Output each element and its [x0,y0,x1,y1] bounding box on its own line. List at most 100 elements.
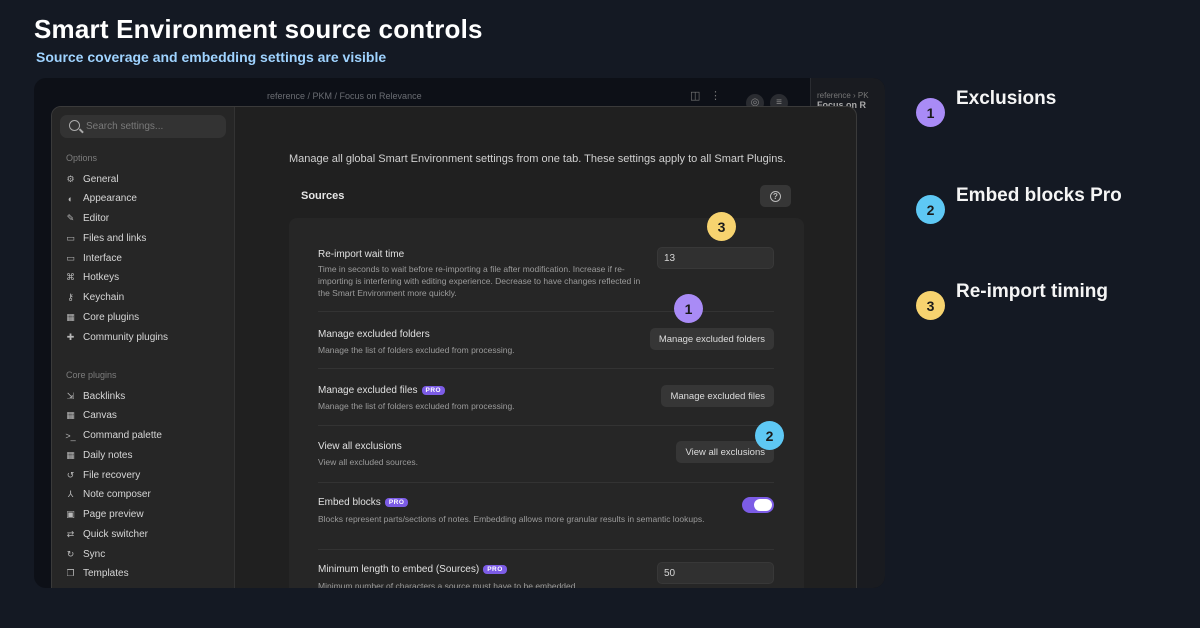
manage-excluded-files-button[interactable]: Manage excluded files [661,385,774,407]
setting-reimport-wait-time: Re-import wait time Time in seconds to w… [318,241,774,312]
preview-icon: ▣ [66,509,75,519]
sidebar-item-label: Page preview [83,509,144,520]
screenshot-frame: reference / PKM / Focus on Relevance ◫ ⋮… [34,78,885,588]
puzzle-icon: ✚ [66,331,75,342]
sources-panel: Re-import wait time Time in seconds to w… [289,218,804,588]
setting-description: Blocks represent parts/sections of notes… [318,514,705,524]
sidebar-item-command-palette[interactable]: >_ Command palette [65,427,225,445]
switch-icon: ⇄ [66,528,75,539]
sidebar-item-files-and-links[interactable]: ▭ Files and links [65,229,225,247]
setting-description: Manage the list of folders excluded from… [318,401,515,411]
sidebar-item-backlinks[interactable]: ⇲ Backlinks [65,387,225,405]
reading-view-icon: ◫ [690,90,701,102]
setting-excluded-files: Manage excluded files PRO Manage the lis… [318,370,774,426]
legend-label: Embed blocks Pro [956,185,1122,206]
setting-minimum-length: Minimum length to embed (Sources) PRO Mi… [318,551,774,588]
setting-name-wrap: Manage excluded files PRO [318,385,446,396]
grid-icon: ▦ [66,410,75,421]
sidebar-item-core-plugins[interactable]: ▦ Core plugins [65,308,225,326]
settings-sidebar: Options ⚙ General ◐ Appearance ✎ Editor ▭ Files… [52,107,235,588]
settings-content: Manage all global Smart Environment sett… [236,107,856,588]
sidebar-item-general[interactable]: ⚙ General [65,170,225,188]
legend-badge-3: 3 [916,291,945,320]
link-icon: ⇲ [66,390,75,401]
sidebar-item-label: Editor [83,213,110,224]
sidebar-item-label: Core plugins [83,311,140,323]
sidebar-item-label: Command palette [83,430,162,441]
manage-excluded-folders-button[interactable]: Manage excluded folders [649,328,774,350]
sidebar-item-label: Community plugins [83,331,169,343]
terminal-icon: >_ [65,430,76,441]
calendar-icon: ▦ [66,449,75,460]
sidebar-item-interface[interactable]: ▭ Interface [65,249,225,267]
sidebar-item-label: Interface [83,252,122,264]
palette-icon: ◐ [67,193,74,204]
setting-name: Re-import wait time [318,249,405,260]
sidebar-item-editor[interactable]: ✎ Editor [65,210,225,228]
sidebar-item-label: Canvas [83,410,117,422]
setting-description: Minimum number of characters a source mu… [318,581,578,588]
sidebar-item-label: Appearance [83,193,137,205]
options-heading: Options [66,153,98,163]
setting-name: Embed blocks [318,497,381,508]
sidebar-item-community-plugins[interactable]: ✚ Community plugins [65,328,225,346]
sidebar-item-daily-notes[interactable]: ▦ Daily notes [65,446,225,464]
toggle-knob [754,499,772,511]
sidebar-item-templates[interactable]: ❐ Templates [65,565,225,583]
pencil-icon: ✎ [66,213,75,223]
setting-description: Manage the list of folders excluded from… [318,345,515,355]
sidebar-item-label: Files and links [83,232,147,244]
legend-label: Exclusions [956,88,1057,109]
setting-view-exclusions: View all exclusions View all excluded so… [318,427,774,483]
sidebar-item-label: Note composer [83,489,151,501]
setting-excluded-folders: Manage excluded folders Manage the list … [318,313,774,369]
sidebar-item-label: Templates [83,568,129,580]
sidebar-item-file-recovery[interactable]: ↺ File recovery [65,466,225,484]
search-icon [69,120,80,131]
minimum-length-input[interactable] [657,562,774,584]
embed-blocks-toggle[interactable] [742,497,774,513]
sidebar-item-label: Hotkeys [83,272,120,284]
sidebar-item-label: General [83,173,119,185]
calendar-icon: ▦ [66,311,75,322]
monitor-icon: ▭ [66,252,75,263]
help-button[interactable]: ? [760,185,791,207]
reimport-wait-input[interactable] [657,247,774,269]
sidebar-item-keychain[interactable]: ⚷ Keychain [65,289,225,307]
gear-icon: ⚙ [66,173,75,184]
command-icon: ⌘ [66,272,75,283]
folder-icon: ▭ [66,232,75,243]
pro-badge: PRO [483,565,507,574]
callout-badge-1: 1 [674,294,703,323]
sidebar-item-label: Keychain [83,292,125,303]
sidebar-item-sync[interactable]: ↻ Sync [65,545,225,563]
key-icon: ⚷ [67,292,74,302]
settings-search[interactable] [60,115,226,138]
sidebar-item-label: Sync [83,548,106,560]
sidebar-item-page-preview[interactable]: ▣ Page preview [65,506,225,524]
right-pane-crumb: reference › PK [817,91,869,100]
hero-title: Smart Environment source controls [34,14,483,44]
callout-badge-3: 3 [707,212,736,241]
more-options-icon: ⋮ [710,90,721,102]
merge-icon: ⅄ [67,489,74,500]
legend-badge-1: 1 [916,98,945,127]
core-plugins-heading: Core plugins [66,370,117,380]
sidebar-item-note-composer[interactable]: ⅄ Note composer [65,486,225,504]
sidebar-item-quick-switcher[interactable]: ⇄ Quick switcher [65,525,225,543]
hero-subtitle: Source coverage and embedding settings a… [36,49,387,65]
setting-name: Manage excluded folders [318,329,430,340]
search-input[interactable] [86,118,221,135]
sidebar-item-canvas[interactable]: ▦ Canvas [65,407,225,425]
sidebar-item-hotkeys[interactable]: ⌘ Hotkeys [65,269,225,287]
sources-heading: Sources [301,190,345,202]
sidebar-item-appearance[interactable]: ◐ Appearance [65,190,225,208]
question-icon: ? [770,190,781,202]
template-icon: ❐ [66,568,75,579]
history-icon: ↺ [66,469,75,480]
setting-description: View all excluded sources. [318,457,419,467]
setting-name: View all exclusions [318,441,402,452]
setting-description: Time in seconds to wait before re-import… [318,264,641,298]
background-tab-bar: reference / PKM / Focus on Relevance ◫ ⋮ [124,86,844,108]
callout-badge-2: 2 [755,421,784,450]
